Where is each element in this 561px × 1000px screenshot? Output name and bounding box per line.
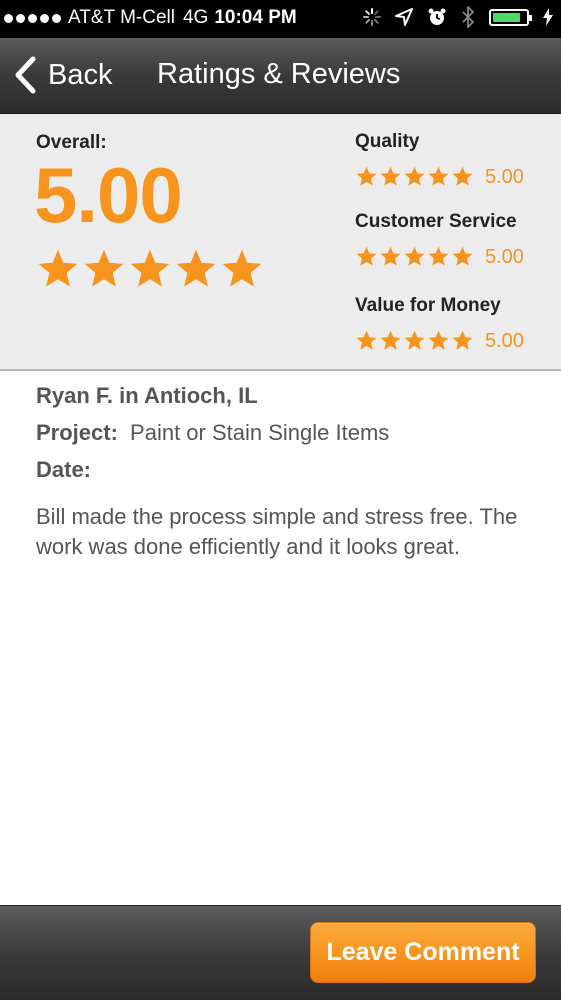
status-bar: AT&T M-Cell 4G 10:04 PM: [0, 0, 561, 38]
rating-customer-service-value: 5.00: [485, 246, 524, 268]
star-icon: [404, 165, 425, 186]
star-icon: [428, 165, 449, 186]
alarm-clock-icon: [428, 8, 446, 25]
bottom-toolbar: Leave Comment: [0, 905, 561, 1000]
star-icon: [380, 329, 401, 350]
back-button[interactable]: Back: [14, 56, 112, 94]
date-label: Date:: [36, 457, 92, 482]
star-icon: [222, 249, 262, 287]
star-icon: [130, 249, 170, 287]
chevron-left-icon: [15, 56, 36, 94]
location-arrow-icon: [395, 8, 413, 26]
rating-quality: Quality 5.00: [355, 131, 524, 189]
star-icon: [38, 249, 78, 287]
star-icon: [404, 245, 425, 266]
review: Ryan F. in Antioch, IL Project: Paint or…: [36, 383, 526, 562]
star-icon: [452, 245, 473, 266]
overall-stars: [36, 247, 264, 291]
rating-customer-service: Customer Service 5.00: [355, 211, 524, 269]
page-title: Ratings & Reviews: [157, 58, 401, 90]
review-body: Bill made the process simple and stress …: [36, 504, 518, 559]
bluetooth-icon: [462, 6, 474, 28]
star-icon: [428, 245, 449, 266]
status-time: 10:04 PM: [214, 7, 297, 28]
star-icon: [452, 165, 473, 186]
rating-quality-stars: [355, 165, 474, 188]
rating-quality-label: Quality: [355, 131, 420, 152]
rating-value-for-money-stars: [355, 329, 474, 352]
star-icon: [380, 245, 401, 266]
star-icon: [356, 165, 377, 186]
date-line: Date:: [36, 457, 526, 483]
status-right: [363, 6, 553, 28]
overall-score: 5.00: [34, 151, 183, 239]
signal-strength-icon: [4, 13, 61, 23]
navigation-bar: Back Ratings & Reviews: [0, 38, 561, 114]
battery-level: [493, 12, 521, 22]
rating-quality-value: 5.00: [485, 166, 524, 188]
star-icon: [356, 329, 377, 350]
rating-value-for-money-value: 5.00: [485, 330, 524, 352]
star-icon: [452, 329, 473, 350]
star-icon: [404, 329, 425, 350]
rating-value-for-money: Value for Money 5.00: [355, 295, 524, 353]
network-type: 4G: [182, 7, 209, 28]
activity-spinner-icon: [363, 8, 381, 26]
project-label: Project:: [36, 420, 118, 445]
rating-customer-service-stars: [355, 245, 474, 268]
star-icon: [176, 249, 216, 287]
star-icon: [356, 245, 377, 266]
leave-comment-button[interactable]: Leave Comment: [310, 922, 536, 983]
reviewer-name: Ryan F. in Antioch, IL: [36, 383, 258, 408]
back-button-label: Back: [48, 58, 113, 91]
ratings-summary: Overall: 5.00 Quality 5.00 Customer Serv…: [0, 114, 561, 371]
project-value: Paint or Stain Single Items: [130, 420, 390, 445]
project-line: Project: Paint or Stain Single Items: [36, 420, 526, 446]
star-icon: [380, 165, 401, 186]
star-icon: [428, 329, 449, 350]
status-left: AT&T M-Cell 4G 10:04 PM: [4, 7, 297, 29]
carrier-name: AT&T M-Cell: [68, 7, 175, 28]
rating-value-for-money-label: Value for Money: [355, 295, 501, 316]
star-icon: [84, 249, 124, 287]
charging-bolt-icon: [543, 8, 553, 26]
battery-icon: [489, 8, 532, 26]
rating-customer-service-label: Customer Service: [355, 211, 517, 232]
